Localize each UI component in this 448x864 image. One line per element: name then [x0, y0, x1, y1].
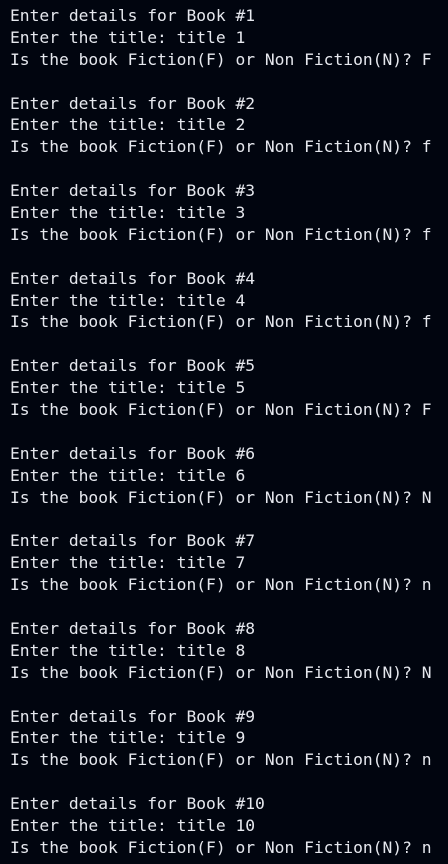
book-header: Enter details for Book #10: [10, 794, 265, 814]
title-prompt: Enter the title: title 3: [10, 203, 246, 223]
genre-prompt: Is the book Fiction(F) or Non Fiction(N)…: [10, 750, 432, 770]
book-header: Enter details for Book #7: [10, 531, 256, 551]
book-entry-4: Enter details for Book #4 Enter the titl…: [10, 268, 448, 334]
title-prompt: Enter the title: title 1: [10, 27, 246, 47]
book-header: Enter details for Book #4: [10, 268, 256, 288]
book-header: Enter details for Book #9: [10, 706, 256, 726]
genre-prompt: Is the book Fiction(F) or Non Fiction(N)…: [10, 312, 432, 332]
book-entry-7: Enter details for Book #7 Enter the titl…: [10, 530, 448, 596]
genre-prompt: Is the book Fiction(F) or Non Fiction(N)…: [10, 224, 432, 244]
genre-prompt: Is the book Fiction(F) or Non Fiction(N)…: [10, 49, 432, 69]
genre-prompt: Is the book Fiction(F) or Non Fiction(N)…: [10, 662, 432, 682]
book-header: Enter details for Book #3: [10, 181, 256, 201]
title-prompt: Enter the title: title 2: [10, 115, 246, 135]
book-entry-6: Enter details for Book #6 Enter the titl…: [10, 443, 448, 509]
title-prompt: Enter the title: title 10: [10, 815, 256, 835]
book-header: Enter details for Book #5: [10, 356, 256, 376]
title-prompt: Enter the title: title 6: [10, 465, 246, 485]
title-prompt: Enter the title: title 8: [10, 640, 246, 660]
book-header: Enter details for Book #8: [10, 618, 256, 638]
book-entry-10: Enter details for Book #10 Enter the tit…: [10, 793, 448, 859]
book-entry-8: Enter details for Book #8 Enter the titl…: [10, 618, 448, 684]
book-entry-5: Enter details for Book #5 Enter the titl…: [10, 355, 448, 421]
book-header: Enter details for Book #1: [10, 6, 256, 25]
title-prompt: Enter the title: title 9: [10, 728, 246, 748]
title-prompt: Enter the title: title 5: [10, 378, 246, 398]
genre-prompt: Is the book Fiction(F) or Non Fiction(N)…: [10, 137, 432, 157]
terminal-output: Enter details for Book #1 Enter the titl…: [0, 0, 448, 864]
genre-prompt: Is the book Fiction(F) or Non Fiction(N)…: [10, 487, 432, 507]
book-entry-2: Enter details for Book #2 Enter the titl…: [10, 93, 448, 159]
title-prompt: Enter the title: title 7: [10, 553, 246, 573]
book-entry-3: Enter details for Book #3 Enter the titl…: [10, 180, 448, 246]
genre-prompt: Is the book Fiction(F) or Non Fiction(N)…: [10, 400, 432, 420]
title-prompt: Enter the title: title 4: [10, 290, 246, 310]
genre-prompt: Is the book Fiction(F) or Non Fiction(N)…: [10, 837, 432, 857]
book-entry-9: Enter details for Book #9 Enter the titl…: [10, 706, 448, 772]
genre-prompt: Is the book Fiction(F) or Non Fiction(N)…: [10, 575, 432, 595]
book-entry-1: Enter details for Book #1 Enter the titl…: [10, 5, 448, 71]
book-header: Enter details for Book #6: [10, 443, 256, 463]
book-header: Enter details for Book #2: [10, 93, 256, 113]
